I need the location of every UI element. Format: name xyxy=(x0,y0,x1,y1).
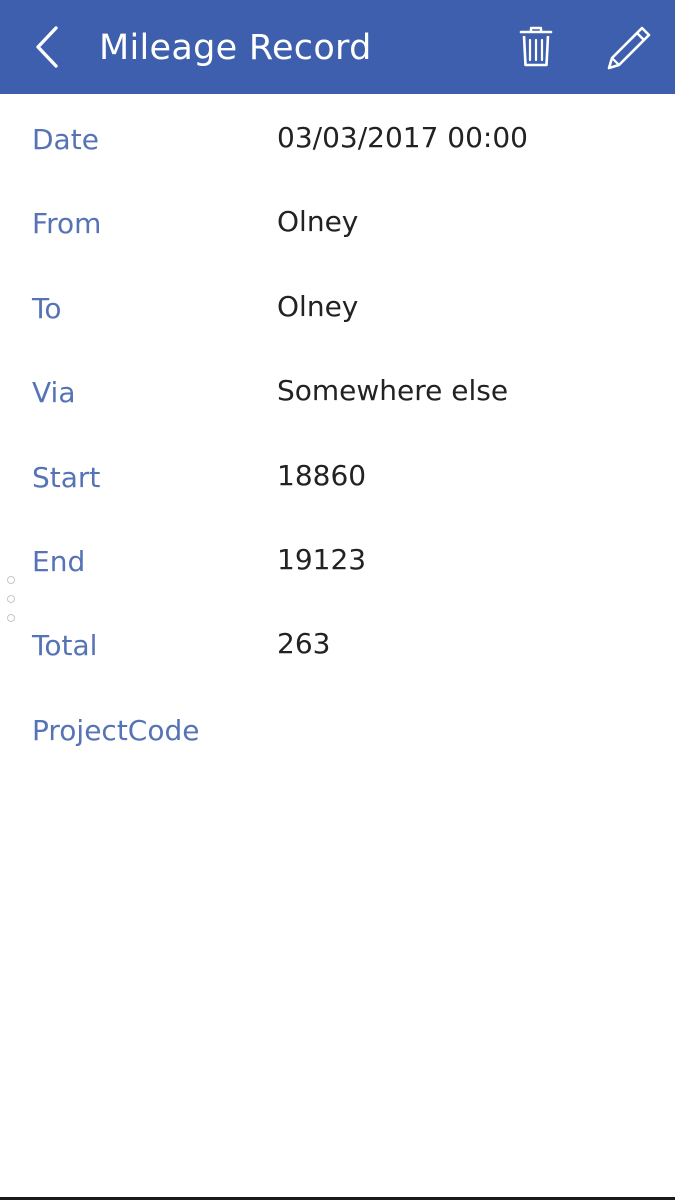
field-value: 03/03/2017 00:00 xyxy=(277,121,528,154)
field-value: Olney xyxy=(277,205,359,239)
record-detail-form: Date 03/03/2017 00:00 From Olney To Olne… xyxy=(0,94,675,769)
back-button[interactable] xyxy=(22,18,72,76)
field-row-end: End 19123 xyxy=(0,516,675,600)
field-label: Start xyxy=(32,460,101,494)
field-row-from: From Olney xyxy=(0,178,675,262)
page-title: Mileage Record xyxy=(99,28,372,68)
field-label: Via xyxy=(32,376,76,410)
field-label: To xyxy=(32,291,62,325)
field-row-projectcode: ProjectCode xyxy=(0,685,675,769)
pencil-icon xyxy=(607,26,651,70)
trash-icon xyxy=(519,26,553,67)
field-row-via: Via Somewhere else xyxy=(0,347,675,431)
handle-dot xyxy=(7,576,15,584)
handle-dot xyxy=(7,614,15,622)
field-label: End xyxy=(32,544,86,578)
field-label: Total xyxy=(32,629,98,663)
field-value: 19123 xyxy=(277,542,367,576)
field-value: 18860 xyxy=(277,458,367,492)
field-label: Date xyxy=(32,123,99,156)
field-row-total: Total 263 xyxy=(0,600,675,684)
field-value: Olney xyxy=(277,289,359,323)
field-value: Somewhere else xyxy=(277,374,509,408)
app-header: Mileage Record xyxy=(0,0,675,94)
field-row-to: To Olney xyxy=(0,263,675,347)
drag-handle[interactable] xyxy=(6,576,18,624)
handle-dot xyxy=(7,595,15,603)
chevron-left-icon xyxy=(36,26,58,68)
field-label: ProjectCode xyxy=(32,713,200,747)
mileage-record-screen: Mileage Record Date 03/03/2017 00:00 Fro… xyxy=(0,0,675,1200)
field-row-start: Start 18860 xyxy=(0,432,675,516)
edit-button[interactable] xyxy=(604,22,656,72)
delete-button[interactable] xyxy=(514,22,558,72)
field-row-date: Date 03/03/2017 00:00 xyxy=(0,94,675,178)
field-label: From xyxy=(32,207,102,241)
field-value: 263 xyxy=(277,627,331,661)
